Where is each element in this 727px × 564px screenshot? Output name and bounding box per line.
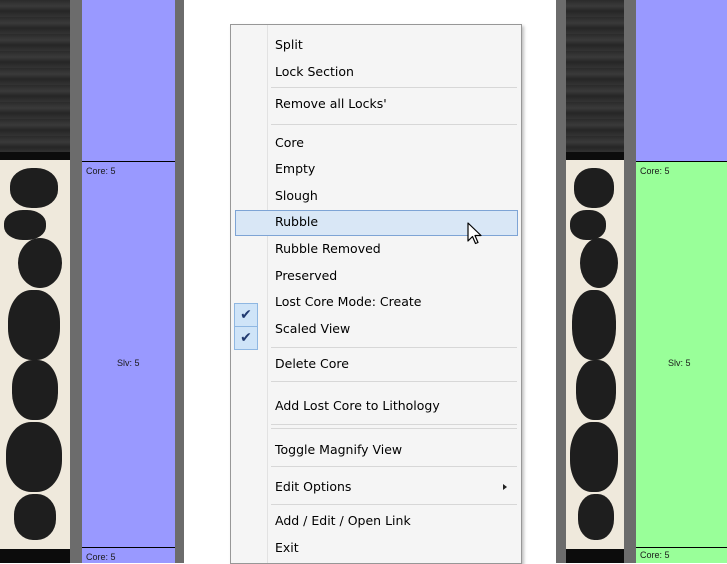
context-menu: ✔ ✔ Split Lock Section Remove all Locks'…: [230, 24, 522, 564]
menu-separator: [271, 124, 517, 125]
menu-item-remove-all-locks[interactable]: Remove all Locks': [275, 92, 387, 116]
menu-item-lost-core-mode-create[interactable]: Lost Core Mode: Create: [275, 290, 421, 314]
right-left-border: [556, 0, 566, 563]
mouse-pointer-icon: [467, 222, 482, 245]
right-core-label-bottom: Core: 5: [640, 550, 670, 560]
right-core-photo: [566, 0, 624, 563]
left-core-label-top: Core: 5: [86, 166, 116, 176]
menu-separator: [271, 381, 517, 382]
menu-item-scaled-view[interactable]: Scaled View: [275, 317, 350, 341]
left-slv-section[interactable]: [82, 162, 175, 547]
dark-core-section: [0, 0, 70, 152]
menu-item-preserved[interactable]: Preserved: [275, 264, 337, 288]
menu-separator: [271, 428, 517, 429]
rubble-core-section: [566, 160, 624, 549]
core-bottom-bar: [0, 549, 70, 563]
right-slv-label: Slv: 5: [668, 358, 691, 368]
right-slv-section[interactable]: [636, 162, 727, 547]
menu-gutter-line: [267, 25, 268, 563]
menu-icon-gutter: [231, 25, 267, 563]
menu-item-rubble-removed[interactable]: Rubble Removed: [275, 237, 381, 261]
right-core-label-top: Core: 5: [640, 166, 670, 176]
left-gutter: [70, 0, 82, 563]
left-core-label-bottom: Core: 5: [86, 552, 116, 562]
right-gutter: [624, 0, 636, 563]
menu-separator: [271, 466, 517, 467]
menu-separator: [271, 347, 517, 348]
menu-separator: [271, 424, 517, 425]
menu-separator: [271, 87, 517, 88]
menu-item-empty[interactable]: Empty: [275, 157, 315, 181]
core-bottom-bar: [566, 549, 624, 563]
menu-item-lock-section[interactable]: Lock Section: [275, 60, 354, 84]
submenu-arrow-icon: [503, 484, 507, 490]
menu-item-add-edit-open-link[interactable]: Add / Edit / Open Link: [275, 509, 411, 533]
rubble-core-section: [0, 160, 70, 549]
checkmark-icon: ✔: [234, 303, 258, 327]
menu-item-split[interactable]: Split: [275, 33, 303, 57]
dark-core-section: [566, 0, 624, 152]
menu-item-rubble[interactable]: Rubble: [275, 210, 318, 234]
menu-item-slough[interactable]: Slough: [275, 184, 318, 208]
menu-item-edit-options[interactable]: Edit Options: [275, 475, 351, 499]
left-core-photo: [0, 0, 70, 563]
menu-item-toggle-magnify-view[interactable]: Toggle Magnify View: [275, 438, 402, 462]
menu-item-add-lost-core-to-lithology[interactable]: Add Lost Core to Lithology: [275, 394, 440, 418]
menu-separator: [271, 504, 517, 505]
right-upper-section[interactable]: [636, 0, 727, 161]
left-upper-section[interactable]: [82, 0, 175, 161]
checkmark-icon: ✔: [234, 326, 258, 350]
menu-item-exit[interactable]: Exit: [275, 536, 299, 560]
menu-item-delete-core[interactable]: Delete Core: [275, 352, 349, 376]
left-right-border: [175, 0, 184, 563]
menu-item-core[interactable]: Core: [275, 131, 304, 155]
left-slv-label: Slv: 5: [117, 358, 140, 368]
